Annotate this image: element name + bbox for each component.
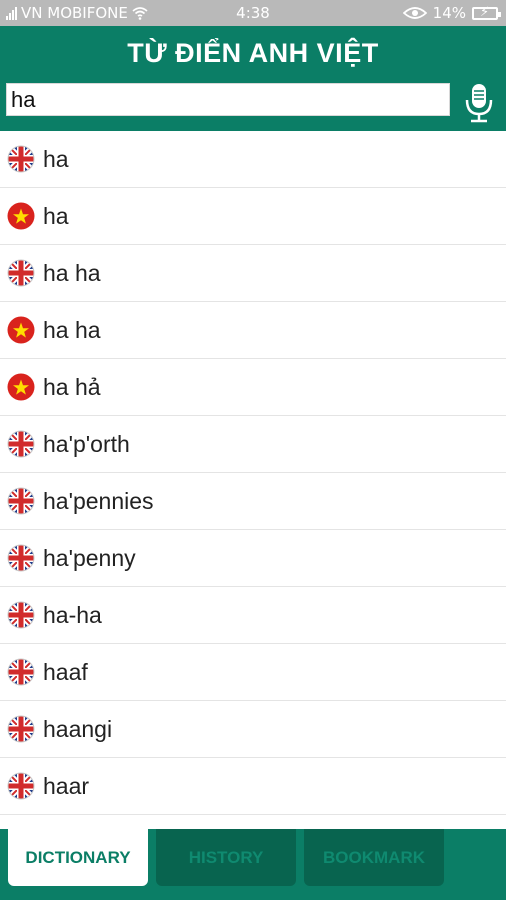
result-list: ha ha ha ha ha ha ha hả ha'p'orth ha'pennies ha… [0,131,506,829]
uk-flag-icon [7,487,35,515]
app-title: TỪ ĐIỂN ANH VIỆT [127,38,379,68]
result-item[interactable]: ha ha [0,302,506,359]
result-word: ha ha [43,316,101,343]
result-item[interactable]: haar [0,758,506,815]
uk-flag-icon [7,430,35,458]
tab-bookmark[interactable]: BOOKMARK [304,829,444,886]
result-word: ha'p'orth [43,430,130,457]
vietnam-flag-icon [7,316,35,344]
uk-flag-icon [7,715,35,743]
result-word: ha hả [43,373,101,400]
vietnam-flag-icon [7,202,35,230]
search-input[interactable] [7,84,449,115]
result-item[interactable]: ha-ha [0,587,506,644]
uk-flag-icon [7,772,35,800]
voice-search-button[interactable] [462,81,496,125]
microphone-icon [465,84,493,123]
battery-percent: 14% [432,4,466,22]
status-bar: VN MOBIFONE 4:38 14% ⚡ [0,0,506,26]
battery-icon: ⚡ [472,5,501,20]
result-item[interactable]: ha ha [0,245,506,302]
app-header: TỪ ĐIỂN ANH VIỆT [0,26,506,131]
result-word: ha-ha [43,601,102,628]
uk-flag-icon [7,544,35,572]
status-right: 14% ⚡ [402,4,501,22]
uk-flag-icon [7,601,35,629]
eye-icon [402,7,427,19]
uk-flag-icon [7,658,35,686]
result-item[interactable]: ha hả [0,359,506,416]
result-item[interactable]: haangi [0,701,506,758]
result-item[interactable]: ha'penny [0,530,506,587]
result-item[interactable]: ha [0,131,506,188]
result-item[interactable]: ha'pennies [0,473,506,530]
result-word: ha ha [43,259,101,286]
result-word: ha [43,145,69,172]
result-item[interactable]: ha [0,188,506,245]
uk-flag-icon [7,259,35,287]
result-word: haar [43,772,90,799]
search-box[interactable] [6,83,450,116]
vietnam-flag-icon [7,373,35,401]
result-word: haangi [43,715,113,742]
result-word: ha [43,202,69,229]
result-word: ha'penny [43,544,136,571]
result-item[interactable]: ha'p'orth [0,416,506,473]
tab-history[interactable]: HISTORY [156,829,296,886]
tab-dictionary[interactable]: DICTIONARY [8,829,148,886]
result-word: ha'pennies [43,487,154,514]
bottom-tab-bar: DICTIONARY HISTORY BOOKMARK [0,829,506,900]
uk-flag-icon [7,145,35,173]
result-item[interactable]: haaf [0,644,506,701]
result-word: haaf [43,658,88,685]
